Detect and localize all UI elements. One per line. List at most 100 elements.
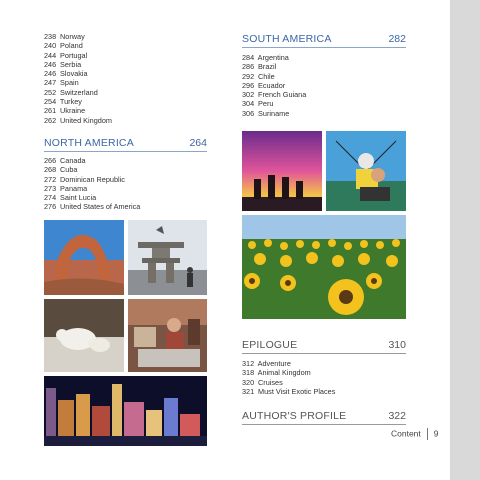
toc-entry-title: Canada bbox=[60, 156, 86, 165]
section-title: SOUTH AMERICA bbox=[242, 33, 332, 45]
toc-entry-title: Cruises bbox=[258, 377, 283, 387]
toc-entry-page-number: 284 bbox=[242, 53, 255, 62]
toc-entry[interactable]: 244 Portugal bbox=[44, 51, 112, 60]
south-america-heading[interactable]: SOUTH AMERICA 282 bbox=[242, 31, 406, 48]
toc-entry-title: Suriname bbox=[258, 108, 290, 118]
toc-entry[interactable]: 304 Peru bbox=[242, 99, 306, 108]
toc-entry-title: Dominican Republic bbox=[60, 174, 125, 184]
toc-entry-title: United Kingdom bbox=[60, 115, 112, 125]
toc-entry[interactable]: 246 Slovakia bbox=[44, 69, 112, 78]
toc-entry-page-number: 302 bbox=[242, 90, 255, 100]
toc-entry-title: Must Visit Exotic Places bbox=[258, 386, 336, 396]
photo-inukshuk bbox=[128, 220, 207, 295]
toc-entry-page-number: 320 bbox=[242, 377, 255, 387]
europe-toc-list: 238 Norway 240 Poland 244 Portugal 246 Serb… bbox=[44, 32, 112, 125]
toc-entry[interactable]: 320 Cruises bbox=[242, 378, 335, 387]
page-footer: Content 9 bbox=[391, 428, 439, 440]
toc-entry-title: Brazil bbox=[258, 62, 277, 72]
toc-entry[interactable]: 254 Turkey bbox=[44, 97, 112, 106]
photo-polar-bears bbox=[44, 299, 124, 372]
toc-entry[interactable]: 312 Adventure bbox=[242, 359, 335, 368]
toc-entry[interactable]: 238 Norway bbox=[44, 32, 112, 41]
toc-entry[interactable]: 274 Saint Lucia bbox=[44, 193, 140, 202]
toc-entry-title: Switzerland bbox=[60, 87, 98, 97]
toc-entry-title: Chile bbox=[258, 71, 275, 81]
toc-entry[interactable]: 268 Cuba bbox=[44, 165, 140, 174]
toc-entry-title: Argentina bbox=[257, 53, 289, 62]
toc-entry-page-number: 272 bbox=[44, 174, 57, 184]
toc-entry-title: Animal Kingdom bbox=[257, 368, 311, 378]
toc-entry-title: French Guiana bbox=[258, 90, 307, 100]
toc-entry-page-number: 276 bbox=[44, 202, 57, 212]
toc-entry[interactable]: 246 Serbia bbox=[44, 60, 112, 69]
toc-entry-page-number: 321 bbox=[242, 386, 255, 396]
toc-entry[interactable]: 252 Switzerland bbox=[44, 88, 112, 97]
toc-entry-page-number: 247 bbox=[44, 78, 57, 88]
page-edge-strip bbox=[450, 0, 480, 480]
toc-entry-page-number: 274 bbox=[44, 193, 57, 203]
toc-entry-title: Portugal bbox=[60, 50, 88, 60]
toc-entry-page-number: 318 bbox=[242, 368, 255, 378]
toc-entry-page-number: 286 bbox=[242, 62, 255, 72]
photo-market-scene bbox=[128, 299, 207, 372]
toc-entry[interactable]: 318 Animal Kingdom bbox=[242, 368, 335, 377]
toc-entry-title: Poland bbox=[60, 41, 83, 51]
epilogue-heading[interactable]: EPILOGUE 310 bbox=[242, 337, 406, 354]
toc-entry-title: United States of America bbox=[60, 202, 141, 212]
photo-paragliding bbox=[326, 131, 406, 211]
toc-entry[interactable]: 240 Poland bbox=[44, 41, 112, 50]
north-america-heading[interactable]: NORTH AMERICA 264 bbox=[44, 135, 207, 152]
toc-entry-page-number: 304 bbox=[242, 99, 255, 109]
toc-entry-page-number: 244 bbox=[44, 50, 57, 60]
toc-entry[interactable]: 266 Canada bbox=[44, 156, 140, 165]
toc-entry-page-number: 273 bbox=[44, 183, 57, 193]
section-title: NORTH AMERICA bbox=[44, 137, 134, 149]
toc-entry-page-number: 246 bbox=[44, 69, 57, 79]
toc-entry-page-number: 238 bbox=[44, 32, 57, 41]
toc-entry-page-number: 240 bbox=[44, 41, 57, 51]
toc-entry[interactable]: 247 Spain bbox=[44, 78, 112, 87]
toc-entry-page-number: 261 bbox=[44, 106, 57, 116]
toc-entry-title: Cuba bbox=[60, 165, 78, 175]
toc-entry[interactable]: 262 United Kingdom bbox=[44, 116, 112, 125]
photo-moai-sunset bbox=[242, 131, 322, 211]
toc-entry-page-number: 306 bbox=[242, 108, 255, 118]
toc-entry[interactable]: 302 French Guiana bbox=[242, 90, 306, 99]
photo-sunflower-field bbox=[242, 215, 406, 319]
toc-entry-page-number: 312 bbox=[242, 359, 255, 368]
toc-entry[interactable]: 272 Dominican Republic bbox=[44, 175, 140, 184]
authors-profile-heading[interactable]: AUTHOR'S PROFILE 322 bbox=[242, 408, 406, 425]
toc-entry-title: Adventure bbox=[257, 359, 291, 368]
toc-entry[interactable]: 261 Ukraine bbox=[44, 106, 112, 115]
section-title: EPILOGUE bbox=[242, 339, 298, 351]
toc-entry-page-number: 268 bbox=[44, 165, 57, 175]
toc-entry-page-number: 254 bbox=[44, 97, 57, 107]
toc-entry[interactable]: 284 Argentina bbox=[242, 53, 306, 62]
section-page-number: 310 bbox=[388, 339, 406, 351]
north-america-toc-list: 266 Canada 268 Cuba 272 Dominican Republic… bbox=[44, 156, 140, 212]
section-page-number: 322 bbox=[388, 410, 406, 422]
toc-entry-title: Saint Lucia bbox=[60, 193, 97, 203]
toc-entry-title: Ukraine bbox=[60, 106, 86, 116]
toc-entry[interactable]: 273 Panama bbox=[44, 184, 140, 193]
toc-entry[interactable]: 276 United States of America bbox=[44, 202, 140, 211]
toc-entry-title: Peru bbox=[258, 99, 274, 109]
south-america-toc-list: 284 Argentina 286 Brazil 292 Chile 296 Ecua… bbox=[242, 53, 306, 118]
toc-entry[interactable]: 296 Ecuador bbox=[242, 81, 306, 90]
toc-entry-page-number: 246 bbox=[44, 59, 57, 69]
epilogue-toc-list: 312 Adventure 318 Animal Kingdom 320 Cruis… bbox=[242, 359, 335, 396]
footer-page-number: 9 bbox=[433, 428, 439, 439]
footer-label: Content bbox=[391, 428, 421, 439]
footer-divider bbox=[426, 428, 428, 440]
toc-entry[interactable]: 306 Suriname bbox=[242, 109, 306, 118]
toc-entry[interactable]: 286 Brazil bbox=[242, 62, 306, 71]
toc-entry[interactable]: 292 Chile bbox=[242, 72, 306, 81]
photo-delicate-arch bbox=[44, 220, 124, 295]
toc-entry[interactable]: 321 Must Visit Exotic Places bbox=[242, 387, 335, 396]
toc-entry-page-number: 292 bbox=[242, 71, 255, 81]
toc-entry-title: Panama bbox=[60, 183, 88, 193]
toc-entry-title: Spain bbox=[60, 78, 79, 88]
toc-entry-title: Ecuador bbox=[258, 80, 286, 90]
section-page-number: 264 bbox=[189, 137, 207, 149]
toc-entry-title: Slovakia bbox=[60, 69, 88, 79]
